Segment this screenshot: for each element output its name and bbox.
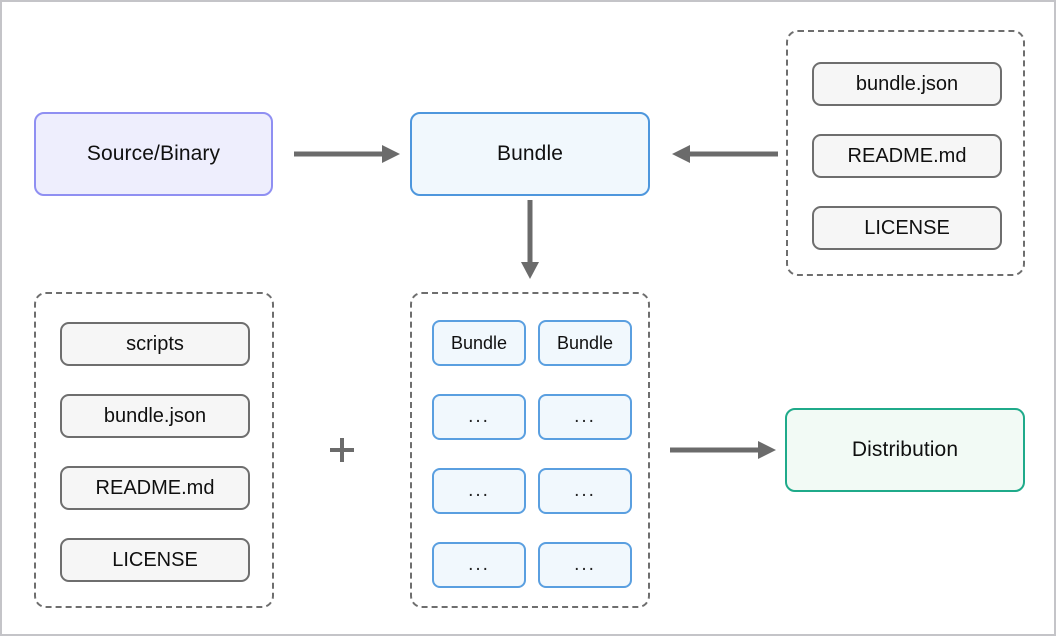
group-distribution-assets-bottom: scripts bundle.json README.md LICENSE bbox=[34, 292, 274, 608]
file-chip-readme-md[interactable]: README.md bbox=[812, 134, 1002, 178]
grid-cell-ellipsis[interactable]: ... bbox=[538, 542, 632, 588]
file-chip-label: scripts bbox=[126, 332, 184, 355]
file-chip-label: LICENSE bbox=[864, 216, 950, 239]
group-bundle-assets-top: bundle.json README.md LICENSE bbox=[786, 30, 1025, 276]
grid-cell-label: ... bbox=[574, 406, 596, 427]
file-chip-bundle-json[interactable]: bundle.json bbox=[60, 394, 250, 438]
grid-cell-ellipsis[interactable]: ... bbox=[432, 394, 526, 440]
node-bundle[interactable]: Bundle bbox=[410, 112, 650, 196]
arrow-assets-to-bundle bbox=[670, 142, 778, 166]
grid-cell-label: ... bbox=[468, 480, 490, 501]
file-chip-label: README.md bbox=[847, 144, 967, 167]
grid-cell-label: ... bbox=[574, 554, 596, 575]
grid-cell-label: ... bbox=[468, 406, 490, 427]
plus-icon bbox=[324, 432, 360, 468]
node-source-binary[interactable]: Source/Binary bbox=[34, 112, 273, 196]
file-chip-readme-md[interactable]: README.md bbox=[60, 466, 250, 510]
arrow-grid-to-distribution bbox=[670, 438, 778, 462]
node-distribution[interactable]: Distribution bbox=[785, 408, 1025, 492]
file-chip-license[interactable]: LICENSE bbox=[60, 538, 250, 582]
arrow-source-to-bundle bbox=[294, 142, 402, 166]
file-chip-label: README.md bbox=[95, 476, 215, 499]
grid-cell-label: Bundle bbox=[556, 332, 614, 353]
grid-cell-label: ... bbox=[574, 480, 596, 501]
file-chip-label: LICENSE bbox=[112, 548, 198, 571]
node-source-binary-label: Source/Binary bbox=[86, 142, 221, 165]
node-distribution-label: Distribution bbox=[851, 438, 959, 461]
file-chip-scripts[interactable]: scripts bbox=[60, 322, 250, 366]
grid-cell-ellipsis[interactable]: ... bbox=[538, 394, 632, 440]
file-chip-label: bundle.json bbox=[855, 72, 959, 95]
grid-cell-label: Bundle bbox=[450, 332, 508, 353]
grid-cell-ellipsis[interactable]: ... bbox=[538, 468, 632, 514]
diagram-canvas: Source/Binary Bundle bundle.json README.… bbox=[0, 0, 1056, 636]
grid-cell-ellipsis[interactable]: ... bbox=[432, 542, 526, 588]
arrow-bundle-to-grid bbox=[518, 200, 542, 280]
bundle-grid: Bundle Bundle ... ... ... ... ... ... bbox=[432, 320, 632, 588]
file-chip-bundle-json[interactable]: bundle.json bbox=[812, 62, 1002, 106]
file-chip-label: bundle.json bbox=[103, 404, 207, 427]
file-chip-license[interactable]: LICENSE bbox=[812, 206, 1002, 250]
grid-cell-ellipsis[interactable]: ... bbox=[432, 468, 526, 514]
grid-cell-bundle[interactable]: Bundle bbox=[538, 320, 632, 366]
grid-cell-bundle[interactable]: Bundle bbox=[432, 320, 526, 366]
node-bundle-label: Bundle bbox=[497, 142, 563, 165]
grid-cell-label: ... bbox=[468, 554, 490, 575]
group-bundle-grid: Bundle Bundle ... ... ... ... ... ... bbox=[410, 292, 650, 608]
